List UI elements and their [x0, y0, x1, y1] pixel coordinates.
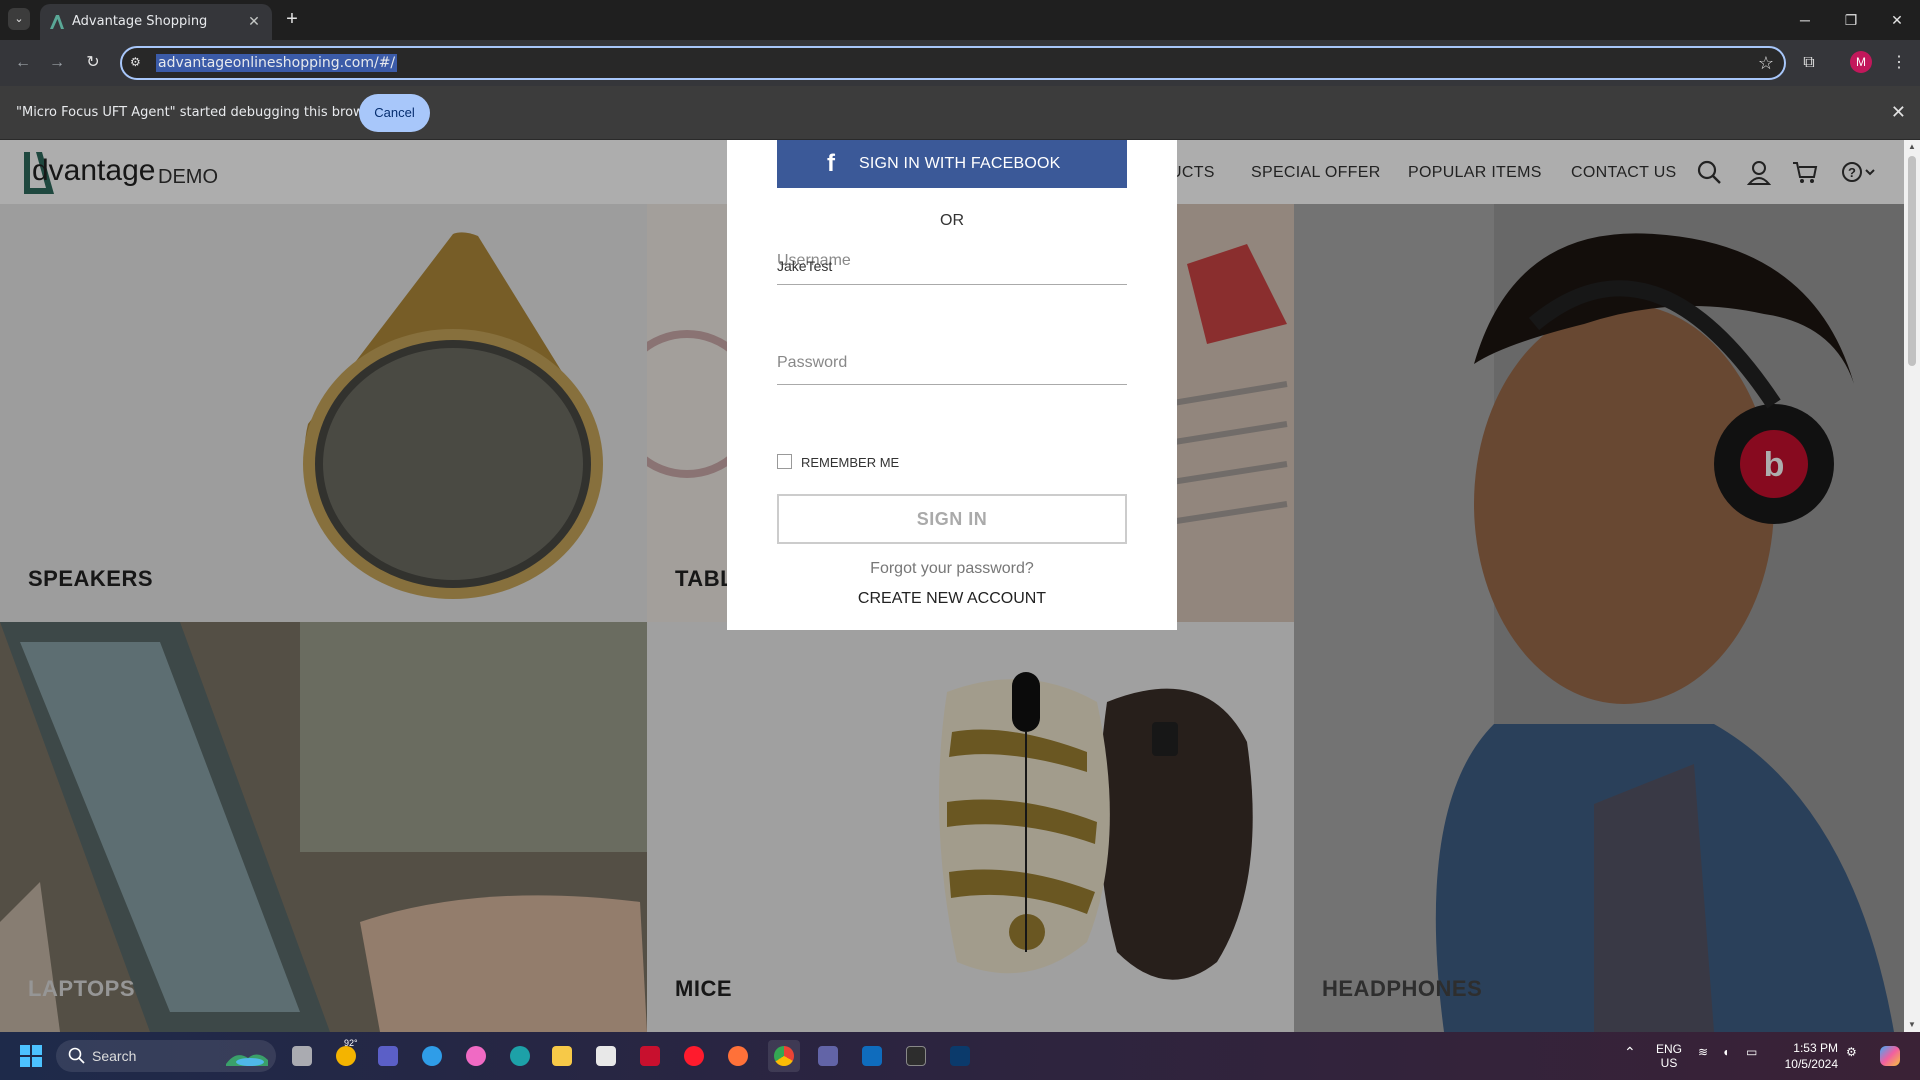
infobar-close-icon[interactable]: ✕	[1891, 102, 1906, 123]
task-view-icon[interactable]	[286, 1040, 318, 1072]
profile-avatar[interactable]: M	[1850, 51, 1872, 73]
browser-toolbar: ← → ↻ ⚙ advantageonlineshopping.com/#/ ☆…	[0, 40, 1920, 86]
infobar-message: "Micro Focus UFT Agent" started debuggin…	[16, 105, 384, 120]
reload-icon[interactable]: ↻	[80, 50, 106, 76]
create-account-link[interactable]: CREATE NEW ACCOUNT	[727, 590, 1177, 608]
taskbar-search-placeholder: Search	[92, 1048, 137, 1064]
store-icon[interactable]	[590, 1040, 622, 1072]
username-input[interactable]: JakeTest	[777, 258, 832, 274]
scroll-up-icon[interactable]: ▲	[1908, 142, 1916, 151]
new-tab-button[interactable]: +	[280, 8, 304, 32]
debug-infobar: "Micro Focus UFT Agent" started debuggin…	[0, 86, 1920, 140]
notification-icon[interactable]: ⚙	[1846, 1045, 1857, 1059]
battery-icon[interactable]: ▭	[1746, 1045, 1757, 1059]
firefox-icon[interactable]	[722, 1040, 754, 1072]
chrome-menu-icon[interactable]: ⋮	[1886, 50, 1912, 76]
copilot-icon[interactable]	[1874, 1040, 1906, 1072]
window-close-icon[interactable]: ✕	[1882, 8, 1912, 32]
site-info-icon[interactable]: ⚙	[130, 55, 146, 71]
windows-start-icon[interactable]	[20, 1045, 42, 1067]
edge-icon[interactable]	[504, 1040, 536, 1072]
taskbar-search-icon	[68, 1047, 85, 1064]
clock-date: 10/5/2024	[1784, 1057, 1838, 1071]
remember-me-label[interactable]: REMEMBER ME	[801, 455, 899, 470]
forward-icon[interactable]: →	[44, 50, 70, 76]
infobar-cancel-button[interactable]: Cancel	[359, 94, 430, 132]
edge-beta-icon[interactable]	[416, 1040, 448, 1072]
browser-tabbar: ⌄ Advantage Shopping ✕ + ─ ❐ ✕	[0, 0, 1920, 40]
volume-icon[interactable]: ◖	[1722, 1045, 1729, 1059]
or-divider: OR	[940, 212, 964, 229]
forgot-password-link[interactable]: Forgot your password?	[727, 560, 1177, 578]
password-label: Password	[777, 354, 848, 371]
address-bar[interactable]: ⚙ advantageonlineshopping.com/#/ ☆	[120, 46, 1786, 80]
bookmark-star-icon[interactable]: ☆	[1758, 53, 1774, 74]
clock-time: 1:53 PM	[1793, 1041, 1838, 1055]
taskbar-clock[interactable]: 1:53 PM 10/5/2024	[1772, 1040, 1838, 1072]
language-code: ENG	[1656, 1042, 1683, 1056]
teams-icon[interactable]	[372, 1040, 404, 1072]
username-field[interactable]: Username JakeTest	[777, 252, 1127, 285]
scroll-down-icon[interactable]: ▼	[1908, 1020, 1916, 1029]
windows-taskbar: Search 92° ⌃ ENG US ≋ ◖ ▭ 1:53 PM 10/5/2…	[0, 1032, 1920, 1080]
search-highlight-icon	[226, 1054, 268, 1066]
tab-close-icon[interactable]: ✕	[244, 11, 264, 31]
taskbar-search[interactable]: Search	[56, 1040, 276, 1072]
back-icon[interactable]: ←	[10, 50, 36, 76]
facebook-icon: f	[827, 150, 835, 177]
page-scrollbar[interactable]: ▲ ▼	[1904, 140, 1920, 1032]
login-modal: f SIGN IN WITH FACEBOOK OR Username Jake…	[727, 140, 1177, 630]
tab-title: Advantage Shopping	[72, 14, 208, 29]
facebook-signin-button[interactable]: f SIGN IN WITH FACEBOOK	[777, 140, 1127, 188]
url-text[interactable]: advantageonlineshopping.com/#/	[156, 54, 398, 72]
advantage-favicon-icon	[50, 15, 64, 29]
minimize-icon[interactable]: ─	[1790, 8, 1820, 32]
outlook-icon[interactable]	[856, 1040, 888, 1072]
weather-temp: 92°	[344, 1038, 358, 1048]
facebook-signin-label: SIGN IN WITH FACEBOOK	[859, 155, 1061, 172]
itunes-icon[interactable]	[460, 1040, 492, 1072]
browser-tab-active[interactable]: Advantage Shopping ✕	[40, 4, 272, 40]
region-code: US	[1660, 1056, 1678, 1070]
extensions-icon[interactable]: ⧉	[1796, 50, 1822, 76]
wifi-icon[interactable]: ≋	[1698, 1045, 1708, 1059]
opera-icon[interactable]	[678, 1040, 710, 1072]
mcafee-icon[interactable]	[634, 1040, 666, 1072]
page-viewport: dvantage DEMO UCTS SPECIAL OFFER POPULAR…	[0, 140, 1904, 1032]
password-field[interactable]: Password	[777, 352, 1127, 385]
language-indicator[interactable]: ENG US	[1656, 1042, 1682, 1070]
restore-icon[interactable]: ❐	[1836, 8, 1866, 32]
chrome-icon[interactable]	[768, 1040, 800, 1072]
weather-widget-icon[interactable]: 92°	[330, 1038, 362, 1072]
tray-overflow-icon[interactable]: ⌃	[1624, 1044, 1636, 1061]
tab-list-button[interactable]: ⌄	[8, 8, 30, 30]
scrollbar-thumb[interactable]	[1908, 156, 1916, 366]
remember-me-checkbox[interactable]	[777, 454, 792, 469]
uft-agent-icon[interactable]	[944, 1040, 976, 1072]
file-explorer-icon[interactable]	[546, 1040, 578, 1072]
sign-in-button[interactable]: SIGN IN	[777, 494, 1127, 544]
teams-new-icon[interactable]	[812, 1040, 844, 1072]
terminal-icon[interactable]	[900, 1040, 932, 1072]
